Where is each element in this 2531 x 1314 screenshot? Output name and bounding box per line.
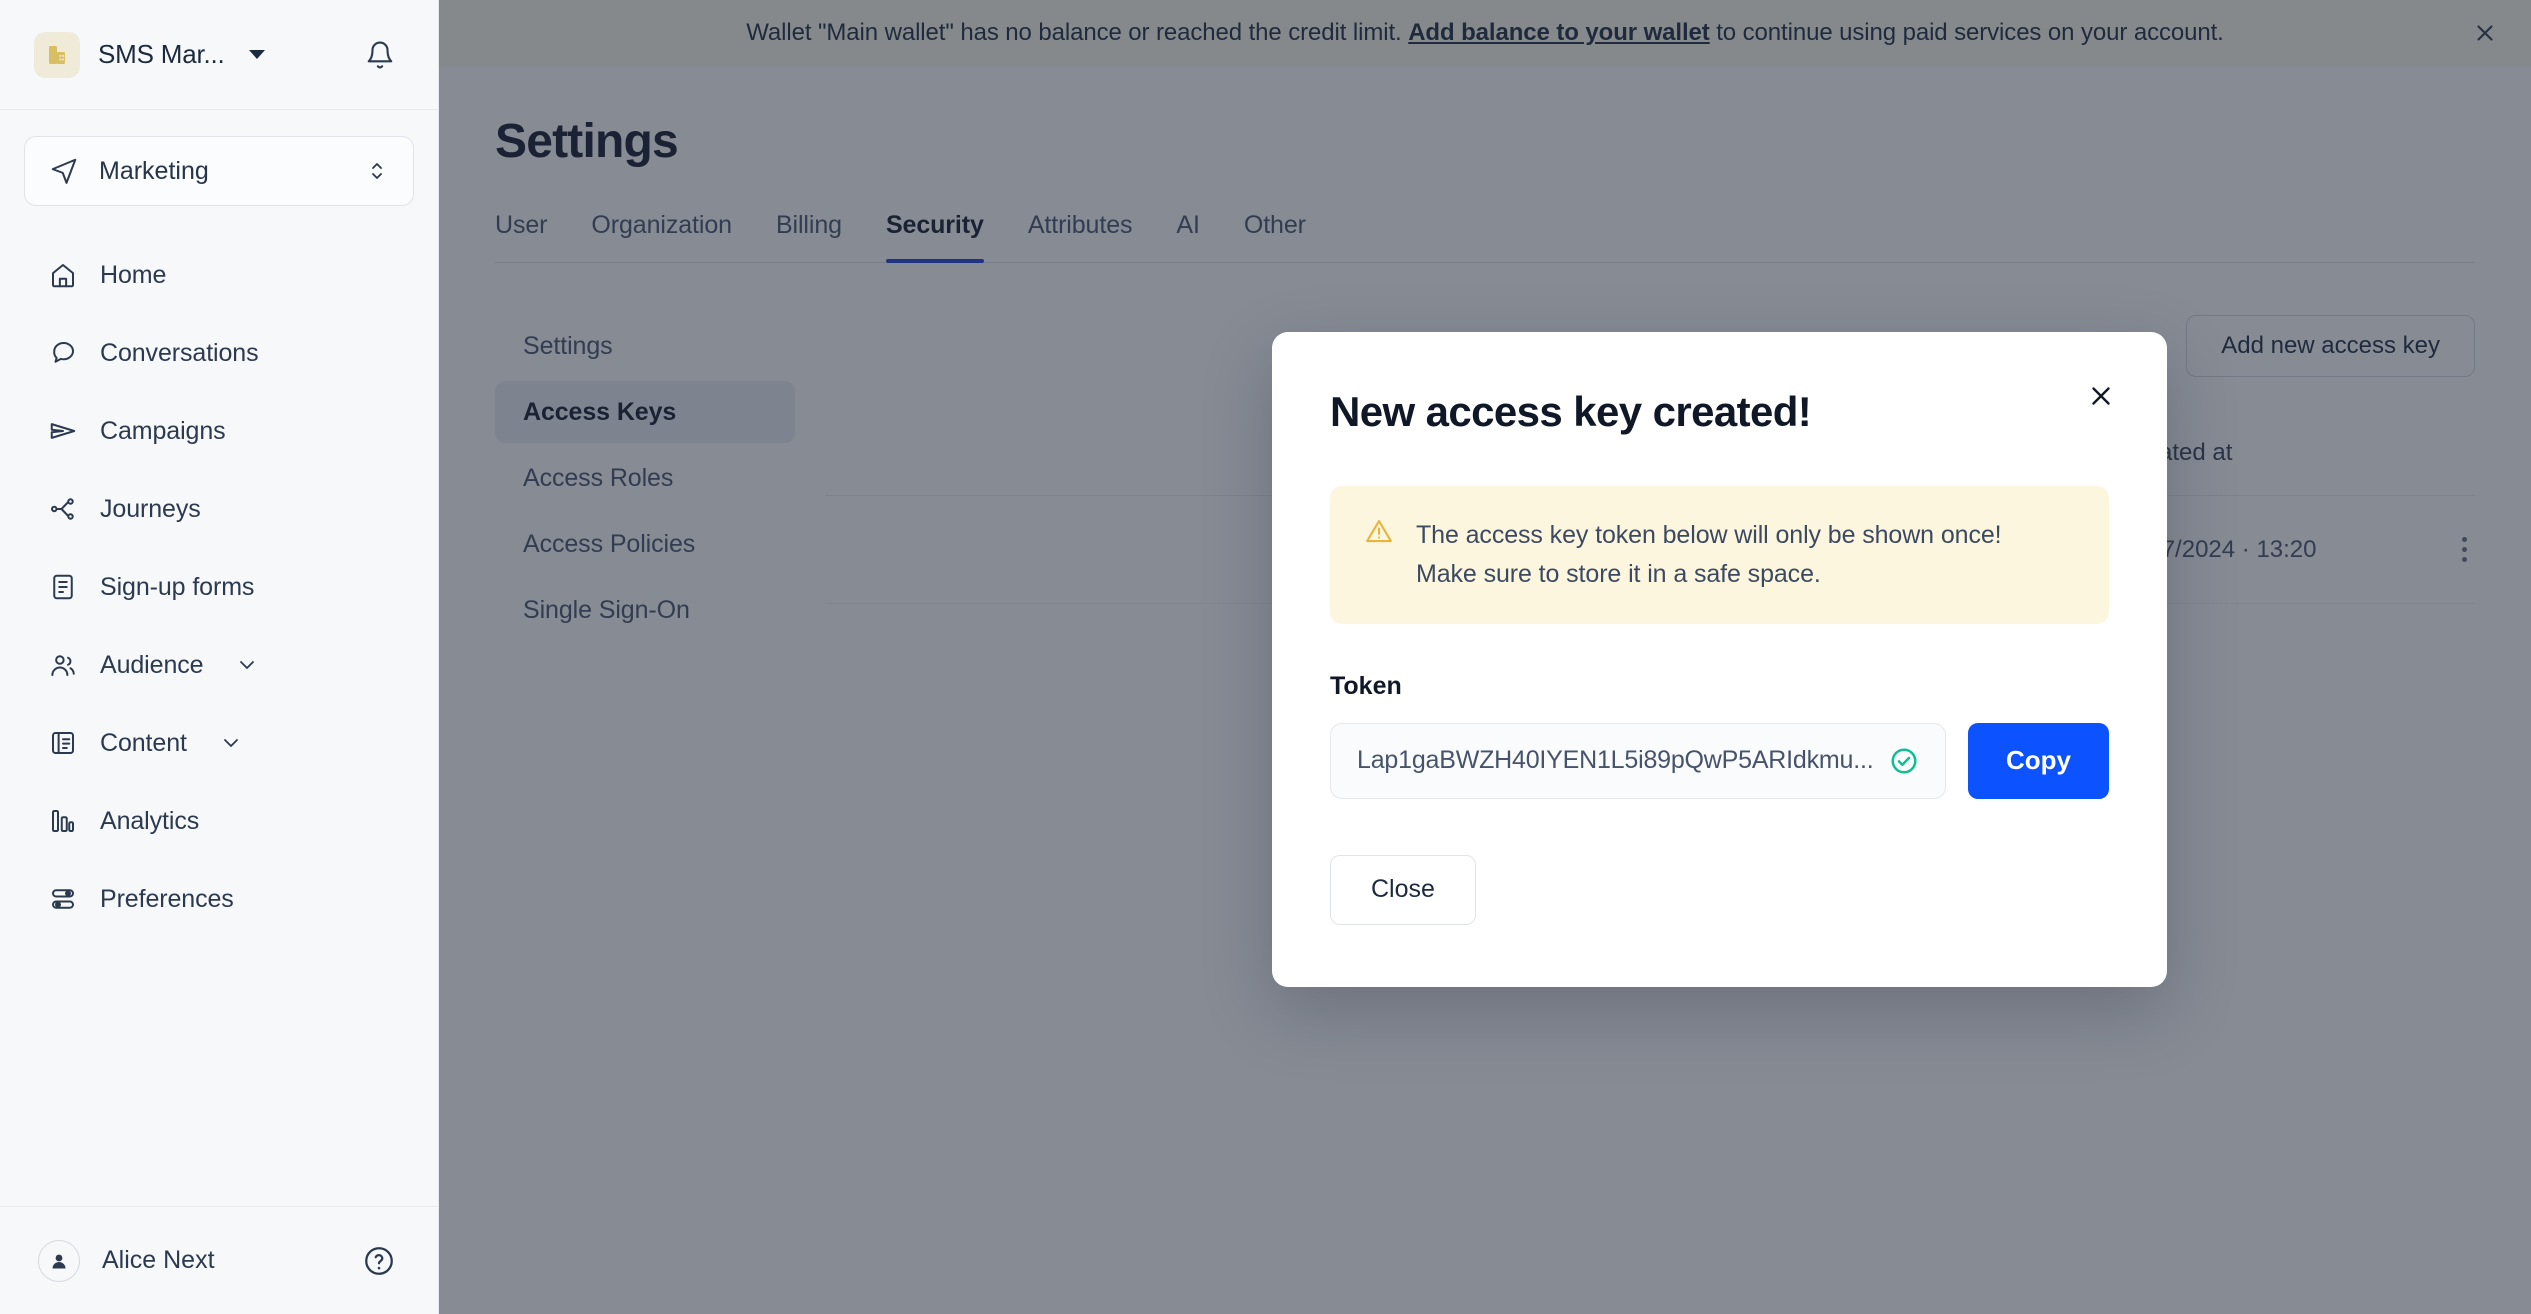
modal-footer: Close: [1330, 854, 2109, 925]
workspace-label: Marketing: [99, 156, 209, 185]
sidebar-item-label: Campaigns: [100, 416, 226, 445]
users-icon: [48, 650, 78, 680]
form-document-icon: [48, 572, 78, 602]
check-circle-icon: [1889, 746, 1919, 776]
sidebar-item-label: Conversations: [100, 338, 259, 367]
alert-text-block: The access key token below will only be …: [1416, 516, 2002, 594]
token-field-label: Token: [1330, 671, 1402, 700]
token-input[interactable]: Lap1gaBWZH40IYEN1L5i89pQwP5ARIdkmu...: [1330, 722, 1946, 799]
chevron-up-down-icon: [365, 159, 389, 183]
main-navigation: Home Conversations Campaigns Journeys Si…: [0, 236, 438, 938]
close-icon: [2086, 381, 2116, 411]
book-icon: [48, 728, 78, 758]
sidebar-item-label: Content: [100, 728, 187, 757]
modal-title: New access key created!: [1330, 388, 1812, 435]
user-name: Alice Next: [102, 1246, 215, 1274]
sliders-icon: [48, 884, 78, 914]
copy-token-button[interactable]: Copy: [1968, 722, 2109, 799]
paper-plane-icon: [48, 416, 78, 446]
home-icon: [48, 260, 78, 290]
sidebar: SMS Mar... Marketing Home Conversations …: [0, 0, 439, 1314]
org-name: SMS Mar...: [98, 39, 225, 69]
user-avatar-icon[interactable]: [38, 1239, 80, 1282]
sidebar-item-signup-forms[interactable]: Sign-up forms: [0, 548, 438, 626]
sidebar-header: SMS Mar...: [0, 0, 438, 110]
sidebar-item-campaigns[interactable]: Campaigns: [0, 392, 438, 470]
close-modal-button[interactable]: Close: [1330, 854, 1476, 925]
workspace-selector[interactable]: Marketing: [24, 136, 414, 206]
token-warning-alert: The access key token below will only be …: [1330, 486, 2109, 624]
chat-bubble-icon: [48, 338, 78, 368]
sidebar-item-home[interactable]: Home: [0, 236, 438, 314]
sidebar-item-content[interactable]: Content: [0, 704, 438, 782]
app-root: SMS Mar... Marketing Home Conversations …: [0, 0, 2531, 1314]
alert-line-1: The access key token below will only be …: [1416, 521, 2002, 549]
question-circle-icon[interactable]: [358, 1240, 400, 1282]
sidebar-item-journeys[interactable]: Journeys: [0, 470, 438, 548]
sidebar-footer: Alice Next: [0, 1206, 438, 1314]
nodes-icon: [48, 494, 78, 524]
sidebar-item-conversations[interactable]: Conversations: [0, 314, 438, 392]
alert-line-2: Make sure to store it in a safe space.: [1416, 559, 1821, 588]
building-icon: [34, 31, 80, 78]
sidebar-item-label: Journeys: [100, 494, 201, 523]
sidebar-item-analytics[interactable]: Analytics: [0, 782, 438, 860]
token-value: Lap1gaBWZH40IYEN1L5i89pQwP5ARIdkmu...: [1357, 746, 1874, 774]
sidebar-item-preferences[interactable]: Preferences: [0, 860, 438, 938]
warning-triangle-icon: [1364, 516, 1394, 594]
sidebar-item-label: Audience: [100, 650, 204, 679]
modal-close-button[interactable]: [2079, 374, 2123, 418]
sidebar-item-label: Preferences: [100, 884, 234, 913]
sidebar-item-audience[interactable]: Audience: [0, 626, 438, 704]
send-icon: [49, 156, 79, 186]
org-switcher[interactable]: SMS Mar...: [34, 31, 356, 78]
caret-down-icon: [248, 50, 265, 59]
sidebar-item-label: Sign-up forms: [100, 572, 255, 601]
chevron-down-icon: [235, 653, 259, 677]
main-area: Wallet "Main wallet" has no balance or r…: [439, 0, 2531, 1314]
sidebar-item-label: Analytics: [100, 806, 200, 835]
sidebar-item-label: Home: [100, 260, 167, 289]
chevron-down-icon: [219, 731, 243, 755]
bar-chart-icon: [48, 806, 78, 836]
token-row: Lap1gaBWZH40IYEN1L5i89pQwP5ARIdkmu... Co…: [1330, 722, 2109, 799]
notifications-button[interactable]: [356, 31, 404, 79]
bell-icon: [365, 40, 395, 70]
new-access-key-modal: New access key created! The access key t…: [1272, 332, 2167, 987]
